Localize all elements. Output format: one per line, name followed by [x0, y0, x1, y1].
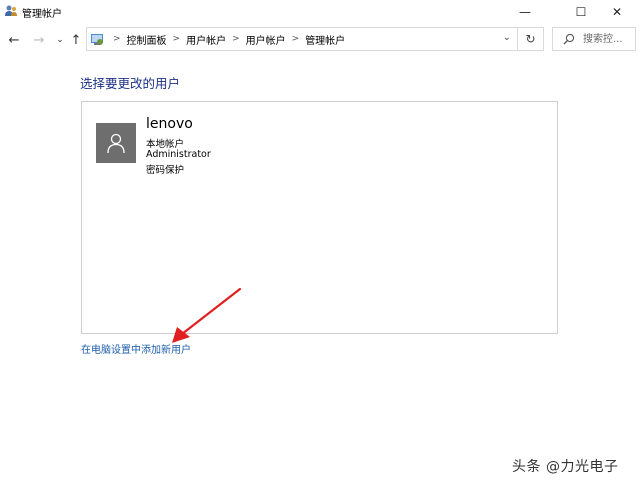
window-title: 管理帐户 [22, 9, 62, 20]
user-icon [107, 133, 125, 154]
manage-accounts-window: 管理帐户 — ☐ ✕ ← → ⌄ ↑ > 控制面板 > 用户帐户 > 用户帐户 … [0, 0, 640, 487]
watermark: 头条 @力光电子 [512, 459, 619, 475]
up-arrow-icon: ↑ [70, 32, 82, 48]
breadcrumb-manage-accounts[interactable]: 管理帐户 [305, 32, 345, 47]
title-bar: 管理帐户 — ☐ ✕ [0, 0, 640, 24]
page-title: 选择要更改的用户 [80, 76, 181, 91]
breadcrumb: > 控制面板 > 用户帐户 > 用户帐户 > 管理帐户 [107, 28, 345, 50]
accounts-list: lenovo 本地帐户 Administrator 密码保护 [81, 101, 558, 334]
users-icon [5, 5, 17, 16]
avatar [96, 123, 136, 163]
close-icon: ✕ [611, 5, 623, 19]
forward-arrow-icon: → [33, 32, 45, 48]
breadcrumb-separator: > [172, 34, 181, 44]
forward-button[interactable]: → [29, 30, 49, 50]
back-arrow-icon: ← [8, 32, 20, 48]
control-panel-icon [91, 34, 103, 45]
account-name: lenovo [146, 116, 193, 132]
account-role: Administrator [146, 149, 211, 160]
address-bar[interactable]: > 控制面板 > 用户帐户 > 用户帐户 > 管理帐户 ⌄ [86, 27, 518, 51]
chevron-down-icon: ⌄ [56, 35, 64, 45]
refresh-icon: ↻ [525, 32, 536, 46]
back-button[interactable]: ← [4, 30, 24, 50]
refresh-button[interactable]: ↻ [518, 27, 544, 51]
account-type: 本地帐户 [146, 139, 185, 150]
search-input[interactable] [583, 31, 633, 47]
navigation-bar: ← → ⌄ ↑ > 控制面板 > 用户帐户 > 用户帐户 > 管理帐户 ⌄ ↻ [0, 26, 640, 54]
maximize-icon: ☐ [575, 5, 587, 19]
add-new-user-link[interactable]: 在电脑设置中添加新用户 [81, 341, 191, 356]
breadcrumb-user-accounts-sub[interactable]: 用户帐户 [246, 32, 286, 47]
close-button[interactable]: ✕ [594, 0, 640, 24]
address-dropdown-icon[interactable]: ⌄ [503, 32, 511, 43]
minimize-button[interactable]: — [502, 0, 548, 24]
minimize-icon: — [519, 5, 531, 19]
breadcrumb-user-accounts[interactable]: 用户帐户 [186, 32, 226, 47]
breadcrumb-control-panel[interactable]: 控制面板 [127, 32, 167, 47]
breadcrumb-separator: > [113, 34, 121, 44]
search-icon [563, 33, 575, 45]
account-protection: 密码保护 [146, 165, 185, 176]
up-button[interactable]: ↑ [66, 30, 86, 50]
account-tile-lenovo[interactable]: lenovo 本地帐户 Administrator 密码保护 [96, 116, 296, 176]
search-box[interactable] [552, 27, 636, 51]
breadcrumb-separator: > [232, 34, 240, 44]
breadcrumb-separator: > [291, 34, 300, 44]
